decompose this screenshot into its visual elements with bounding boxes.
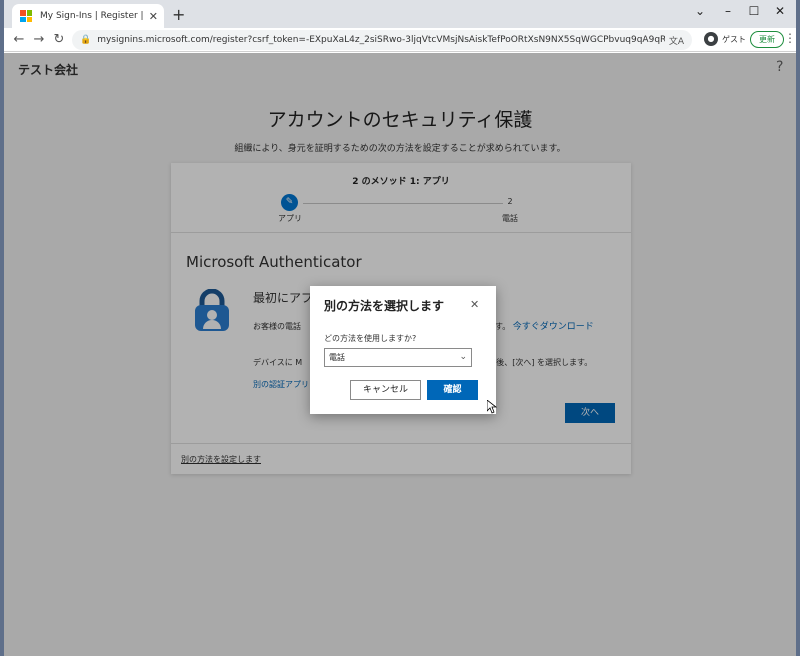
update-button[interactable]: 更新 [750,31,784,48]
microsoft-logo-icon [20,10,32,22]
back-icon[interactable]: ← [10,30,28,50]
confirm-button[interactable]: 確認 [427,380,478,400]
minimize-button[interactable]: – [716,2,740,20]
cancel-button[interactable]: キャンセル [350,380,421,400]
tab-strip: My Sign-Ins | Register | Microsoft ✕ + ⌄… [4,0,796,28]
tab-close-icon[interactable]: ✕ [149,10,158,23]
guest-label: ゲスト [722,34,746,44]
forward-icon[interactable]: → [30,30,48,50]
selected-method: 電話 [329,353,345,362]
person-icon: ● [704,32,718,46]
chevron-down-icon: ⌄ [459,352,467,362]
browser-window: My Sign-Ins | Register | Microsoft ✕ + ⌄… [4,0,796,656]
profile-button[interactable]: ● ゲスト [704,32,746,46]
method-question: どの方法を使用しますか? [324,334,417,343]
browser-toolbar: ← → ↻ 🔒 mysignins.microsoft.com/register… [4,28,796,52]
close-window-button[interactable]: ✕ [768,2,792,20]
address-bar[interactable]: 🔒 mysignins.microsoft.com/register?csrf_… [72,30,692,50]
new-tab-button[interactable]: + [172,6,185,24]
mouse-cursor-icon [487,400,497,414]
url-text[interactable]: mysignins.microsoft.com/register?csrf_to… [97,35,665,45]
dialog-title: 別の方法を選択します [324,299,445,313]
tab-title: My Sign-Ins | Register | Microsoft [40,11,145,21]
choose-method-dialog: 別の方法を選択します ✕ どの方法を使用しますか? 電話 ⌄ キャンセル 確認 [310,286,496,414]
menu-icon[interactable]: ⋮ [784,31,796,45]
browser-tab[interactable]: My Sign-Ins | Register | Microsoft ✕ [12,4,164,28]
tab-search-icon[interactable]: ⌄ [688,2,712,20]
method-select[interactable]: 電話 ⌄ [324,348,472,367]
translate-icon[interactable]: 文A [669,34,684,47]
maximize-button[interactable]: ☐ [742,2,766,20]
reload-icon[interactable]: ↻ [50,30,68,50]
close-icon[interactable]: ✕ [470,298,479,311]
lock-icon[interactable]: 🔒 [80,35,91,45]
